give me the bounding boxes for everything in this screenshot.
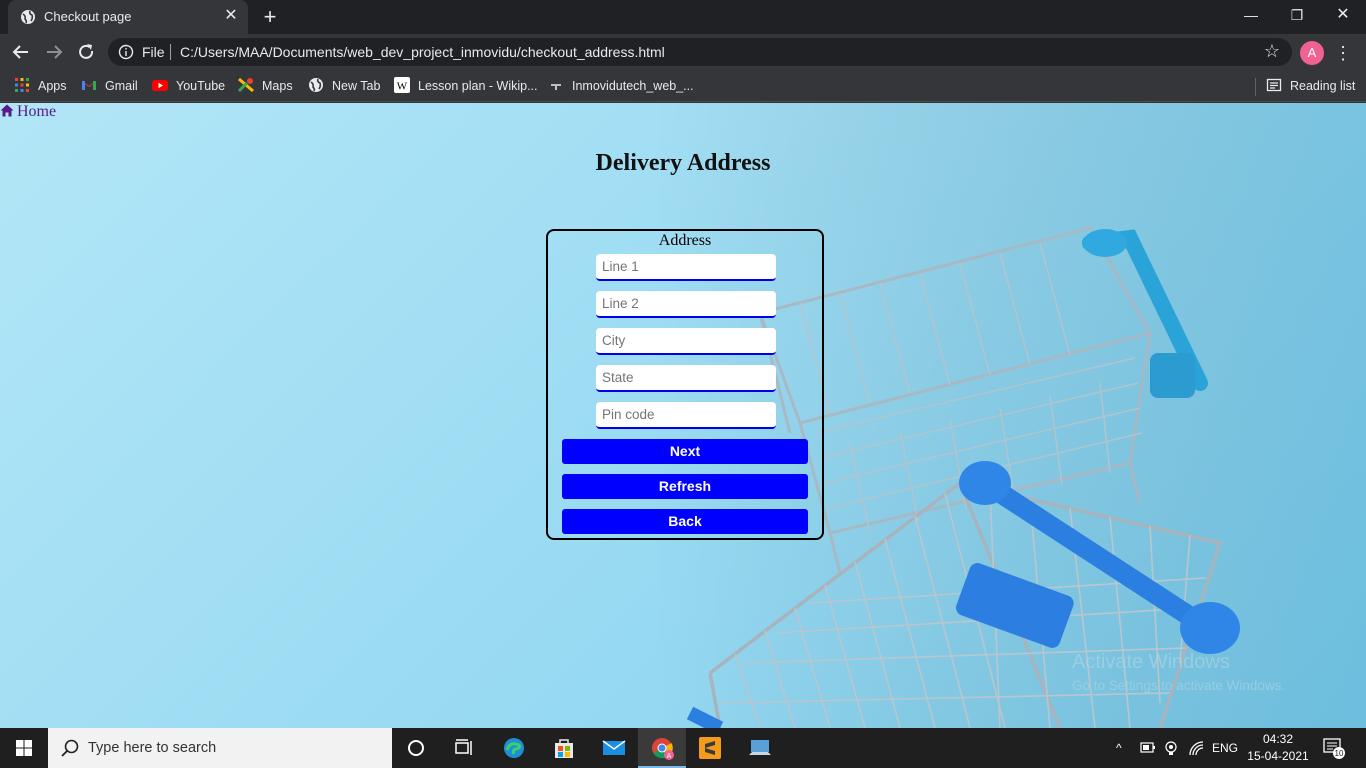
battery-icon[interactable] [1140,728,1156,768]
bookmark-label: Inmovidutech_web_... [572,79,694,93]
bookmark-star-icon[interactable]: ☆ [1264,41,1280,62]
profile-avatar[interactable]: A [1300,41,1324,65]
mail-icon [602,740,626,755]
home-link-label: Home [17,103,57,120]
taskbar-mail[interactable] [590,728,638,768]
cortana-circle-icon [408,740,424,756]
task-view-icon [455,739,472,755]
refresh-button[interactable]: Refresh [562,474,808,499]
laptop-app-icon [749,740,771,755]
watermark-title: Activate Windows [1072,651,1230,673]
bookmark-label: Gmail [105,79,138,93]
pincode-input[interactable] [596,402,776,429]
state-input[interactable] [596,365,776,392]
globe-icon [309,78,323,92]
taskbar-store[interactable] [540,728,588,768]
minimize-button[interactable]: — [1228,0,1274,30]
maps-icon [238,77,254,93]
restore-button[interactable]: ❐ [1274,0,1320,30]
browser-titlebar: Checkout page ✕ + — ❐ ✕ [0,0,1366,34]
url-text[interactable]: C:/Users/MAA/Documents/web_dev_project_i… [180,44,665,60]
page-title: Delivery Address [595,150,771,176]
reload-icon[interactable] [73,39,99,65]
watermark-subtitle: Go to Settings to activate Windows. [1072,678,1286,693]
bookmarks-bar: Apps Gmail YouTube Maps New Tab W Lesson… [0,70,1366,102]
address-bar[interactable]: File C:/Users/MAA/Documents/web_dev_proj… [108,38,1292,66]
clock-time: 04:32 [1262,732,1294,746]
apps-grid-icon [15,78,29,92]
tab-title: Checkout page [44,9,132,24]
tray-chevron-icon[interactable]: ^ [1116,728,1122,768]
forward-arrow-icon[interactable] [41,39,67,65]
close-window-button[interactable]: ✕ [1320,0,1366,30]
notification-count: 10 [1335,749,1344,758]
svg-text:A: A [667,753,672,760]
new-tab-button[interactable]: + [258,5,282,29]
bookmark-gmail[interactable]: Gmail [81,76,138,96]
close-tab-icon[interactable]: ✕ [222,7,240,25]
bookmark-lesson-plan[interactable]: W Lesson plan - Wikip... [394,76,538,96]
notification-center-icon[interactable]: 10 [1322,736,1346,760]
bookmark-label: Lesson plan - Wikip... [418,79,538,93]
task-view-button[interactable] [440,728,488,768]
reading-list[interactable]: Reading list [1266,76,1355,96]
page-viewport: Home Delivery Address Address Next Refre… [0,103,1366,728]
bookmark-maps[interactable]: Maps [238,76,293,96]
taskbar-sublime[interactable] [686,728,734,768]
bookmark-label: YouTube [176,79,226,93]
start-button[interactable] [0,728,48,768]
sublime-text-icon [699,737,721,759]
camera-icon[interactable] [1164,728,1180,768]
edge-icon [504,738,524,758]
reading-list-label: Reading list [1290,79,1356,93]
url-scheme: File [142,44,165,60]
bookmarks-divider [1255,78,1256,96]
search-icon [61,739,79,757]
bookmark-label: Maps [262,79,293,93]
next-button[interactable]: Next [562,439,808,464]
cortana-button[interactable] [392,728,440,768]
clock-date: 15-04-2021 [1247,749,1309,763]
bookmark-inmovidutech[interactable]: Inmovidutech_web_... [548,76,694,96]
home-link[interactable]: Home [0,103,56,121]
system-clock[interactable]: 04:32 15-04-2021 [1244,731,1312,765]
city-input[interactable] [596,328,776,355]
bookmark-youtube[interactable]: YouTube [152,76,225,96]
address-form: Address Next Refresh Back [546,229,824,540]
back-button[interactable]: Back [562,509,808,534]
activate-windows-watermark: Activate Windows Go to Settings to activ… [1072,651,1285,693]
taskbar-search[interactable]: Type here to search [48,728,392,768]
taskbar-chrome[interactable]: A [638,728,686,768]
gmail-icon [82,81,96,90]
line2-input[interactable] [596,291,776,318]
bookmark-label: Apps [38,79,67,93]
search-placeholder: Type here to search [88,740,217,756]
wikipedia-icon: W [394,77,410,93]
windows-taskbar: Type here to search A ^ ENG 04:32 15-04-… [0,728,1366,768]
bookmark-site-icon [551,84,561,90]
chrome-icon: A [652,738,674,760]
taskbar-edge[interactable] [490,728,538,768]
store-icon [555,739,573,758]
home-icon [0,104,14,117]
browser-toolbar: File C:/Users/MAA/Documents/web_dev_proj… [0,34,1366,70]
url-divider [170,44,171,60]
address-legend: Address [658,232,712,249]
wifi-icon[interactable] [1188,728,1206,768]
bookmark-new-tab[interactable]: New Tab [308,76,380,96]
line1-input[interactable] [596,254,776,281]
language-indicator[interactable]: ENG [1212,728,1238,768]
more-menu-icon[interactable]: ⋮ [1334,39,1352,67]
back-arrow-icon[interactable] [8,39,34,65]
taskbar-app[interactable] [736,728,784,768]
bookmark-label: New Tab [332,79,381,93]
windows-logo-icon [16,740,32,756]
bookmark-apps[interactable]: Apps [14,76,67,96]
youtube-icon [152,80,168,91]
reading-list-icon [1266,78,1282,92]
browser-tab[interactable]: Checkout page ✕ [8,0,248,34]
info-icon[interactable] [118,44,134,60]
globe-icon [21,10,35,24]
svg-text:W: W [397,81,408,93]
